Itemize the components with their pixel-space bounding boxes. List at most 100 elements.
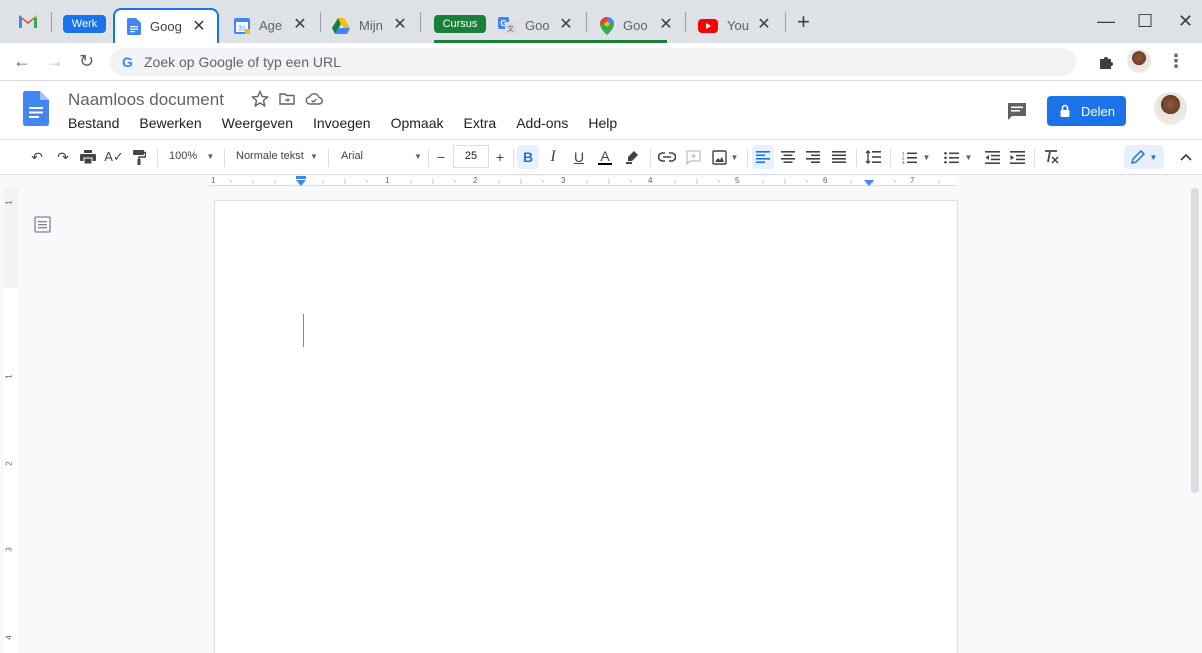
justify-icon[interactable]: [828, 145, 850, 169]
zoom-select[interactable]: 100% ▼: [169, 150, 214, 162]
bold-button[interactable]: B: [517, 145, 539, 169]
share-button[interactable]: Delen: [1047, 96, 1126, 126]
ruler-number: 4: [648, 176, 653, 185]
youtube-icon: [698, 18, 718, 33]
close-window-button[interactable]: ✕: [1178, 10, 1193, 32]
menu-help[interactable]: Help: [588, 115, 617, 131]
highlight-color-icon[interactable]: [621, 145, 643, 169]
redo-icon[interactable]: ↷: [52, 145, 74, 169]
menu-bewerken[interactable]: Bewerken: [139, 115, 201, 131]
collapse-menus-icon[interactable]: [1176, 145, 1196, 169]
menu-opmaak[interactable]: Opmaak: [391, 115, 444, 131]
horizontal-ruler[interactable]: 1 1 2 3 4 5 6 7: [0, 176, 1202, 187]
svg-text:文: 文: [507, 24, 514, 33]
tab-separator: [51, 12, 52, 32]
gmail-icon[interactable]: [17, 12, 39, 30]
reload-button[interactable]: ↻: [79, 51, 94, 71]
vertical-ruler[interactable]: 1 1 2 3 4: [4, 188, 18, 653]
maximize-button[interactable]: ☐: [1137, 10, 1153, 32]
decrease-indent-icon[interactable]: [981, 145, 1003, 169]
increase-font-size-button[interactable]: +: [491, 145, 509, 169]
menu-bestand[interactable]: Bestand: [68, 115, 119, 131]
ruler-number: 1: [385, 176, 390, 185]
right-indent-marker[interactable]: [863, 179, 875, 187]
toolbar-separator: [157, 149, 158, 167]
minimize-button[interactable]: —: [1097, 10, 1115, 32]
tab-google-maps[interactable]: Goo ✕: [588, 8, 684, 43]
address-bar: ← → ↻ G Zoek op Google of typ een URL ⋮: [0, 43, 1202, 81]
bulleted-list-icon[interactable]: ▼: [940, 145, 976, 169]
close-icon[interactable]: ✕: [392, 17, 408, 33]
tab-drive[interactable]: Mijn ✕: [320, 8, 418, 43]
back-button[interactable]: ←: [13, 51, 31, 71]
undo-icon[interactable]: ↶: [26, 145, 48, 169]
comment-icon[interactable]: [1006, 101, 1028, 123]
align-center-icon[interactable]: [777, 145, 799, 169]
paragraph-style-select[interactable]: Normale tekst ▼: [236, 150, 318, 162]
browser-menu-icon[interactable]: ⋮: [1167, 51, 1185, 71]
close-icon[interactable]: ✕: [191, 19, 207, 35]
line-spacing-icon[interactable]: [862, 145, 884, 169]
clear-formatting-icon[interactable]: [1040, 145, 1062, 169]
document-title[interactable]: Naamloos document: [68, 90, 224, 110]
toolbar-separator: [428, 149, 429, 167]
ruler-number: 1: [211, 176, 216, 185]
menu-add-ons[interactable]: Add-ons: [516, 115, 568, 131]
align-left-icon[interactable]: [752, 145, 774, 169]
move-to-folder-icon[interactable]: [278, 90, 296, 108]
font-value: Arial: [341, 150, 364, 162]
close-icon[interactable]: ✕: [658, 17, 674, 33]
left-indent-marker[interactable]: [295, 176, 307, 187]
menu-invoegen[interactable]: Invoegen: [313, 115, 371, 131]
font-select[interactable]: Arial ▼: [341, 150, 423, 162]
link-icon[interactable]: [656, 145, 678, 169]
menu-weergeven[interactable]: Weergeven: [222, 115, 293, 131]
tab-agenda[interactable]: 31 Age ✕: [222, 8, 318, 43]
star-icon[interactable]: [251, 90, 269, 108]
tab-youtube[interactable]: You ✕: [686, 8, 782, 43]
ruler-number: 2: [473, 176, 478, 185]
close-icon[interactable]: ✕: [756, 17, 772, 33]
decrease-font-size-button[interactable]: −: [432, 145, 450, 169]
app-window: Werk Goog ✕ 31 Age ✕ Mijn ✕ Cursus G文 Go…: [0, 0, 1202, 653]
editing-mode-icon[interactable]: ▼: [1124, 145, 1164, 169]
add-comment-icon[interactable]: [682, 145, 704, 169]
document-outline-icon[interactable]: [34, 216, 51, 233]
tab-google-translate[interactable]: G文 Goo ✕: [486, 8, 584, 43]
toolbar-separator: [650, 149, 651, 167]
ruler-number: 6: [823, 176, 828, 185]
profile-avatar[interactable]: [1127, 49, 1151, 73]
document-page[interactable]: [215, 201, 957, 653]
svg-text:31: 31: [238, 25, 246, 32]
tab-group-werk[interactable]: Werk: [63, 15, 106, 33]
google-docs-logo-icon[interactable]: [23, 91, 49, 126]
tab-group-cursus[interactable]: Cursus: [434, 15, 486, 33]
menu-extra[interactable]: Extra: [464, 115, 497, 131]
tab-google-docs[interactable]: Goog ✕: [113, 8, 219, 43]
text-color-button[interactable]: A: [594, 145, 616, 169]
increase-indent-icon[interactable]: [1006, 145, 1028, 169]
spellcheck-icon[interactable]: A✓: [103, 145, 125, 169]
vertical-scrollbar[interactable]: [1191, 188, 1199, 493]
tab-title: Goog: [150, 19, 182, 34]
close-icon[interactable]: ✕: [558, 17, 574, 33]
align-right-icon[interactable]: [802, 145, 824, 169]
cloud-status-icon[interactable]: [305, 90, 323, 108]
toolbar-separator: [328, 149, 329, 167]
italic-button[interactable]: I: [542, 145, 564, 169]
insert-image-icon[interactable]: ▼: [708, 145, 742, 169]
forward-button[interactable]: →: [46, 51, 64, 71]
print-icon[interactable]: [77, 145, 99, 169]
paint-format-icon[interactable]: [128, 145, 150, 169]
omnibox-input[interactable]: Zoek op Google of typ een URL: [144, 54, 341, 70]
font-size-input[interactable]: 25: [453, 145, 489, 168]
new-tab-button[interactable]: +: [797, 11, 810, 33]
numbered-list-icon[interactable]: 123 ▼: [898, 145, 934, 169]
underline-button[interactable]: U: [568, 145, 590, 169]
style-value: Normale tekst: [236, 150, 304, 162]
ruler-ticks: [230, 179, 940, 184]
omnibox[interactable]: G Zoek op Google of typ een URL: [110, 48, 1076, 76]
account-avatar[interactable]: [1154, 92, 1187, 125]
extensions-icon[interactable]: [1097, 53, 1115, 71]
close-icon[interactable]: ✕: [292, 17, 308, 33]
